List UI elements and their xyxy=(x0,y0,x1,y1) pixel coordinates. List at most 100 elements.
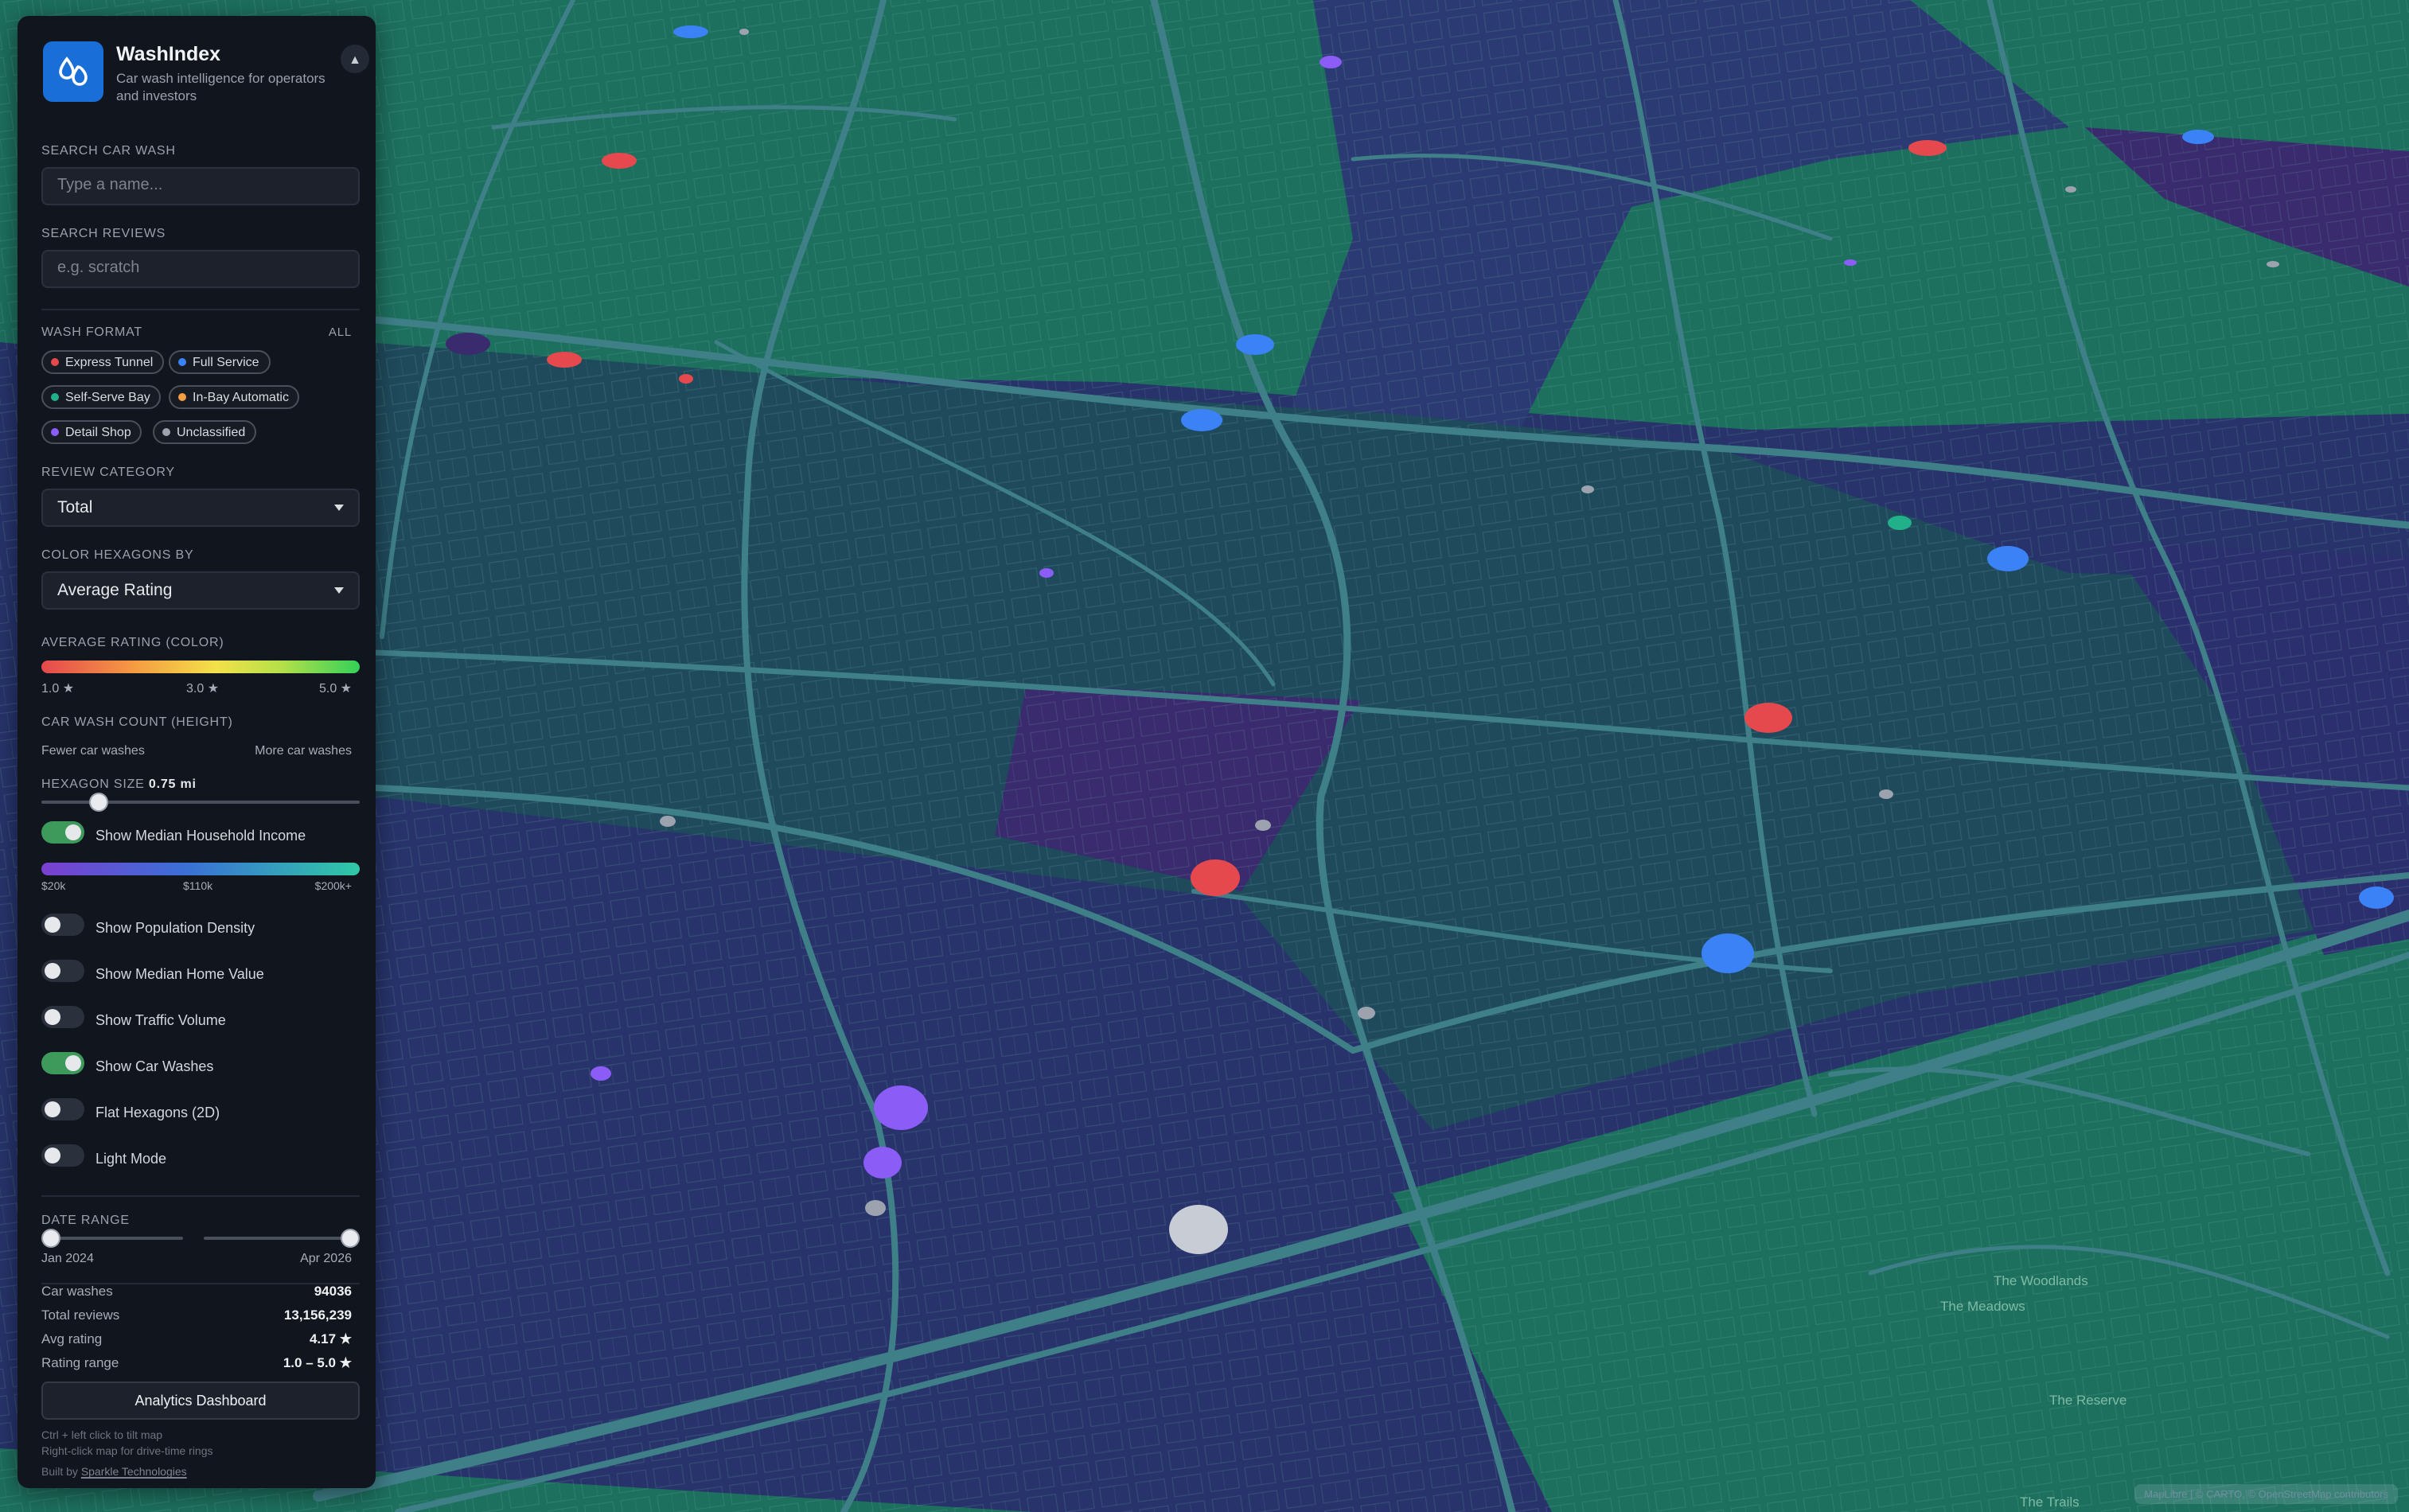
toggle-median-home-value-label: Show Median Home Value xyxy=(96,966,264,982)
color-hexagons-select[interactable]: Average Rating xyxy=(41,571,360,610)
color-hexagons-label: COLOR HEXAGONS BY xyxy=(41,548,194,562)
app-title: WashIndex xyxy=(116,43,221,65)
count-legend-low: Fewer car washes xyxy=(41,743,145,758)
express-tunnel-dot-icon xyxy=(51,358,59,366)
place-label: The Reserve xyxy=(2049,1393,2127,1408)
divider xyxy=(41,309,360,310)
toggle-knob xyxy=(65,1055,81,1071)
review-category-value: Total xyxy=(57,498,93,517)
date-range-end: Apr 2026 xyxy=(300,1251,352,1265)
toggle-light-mode-label: Light Mode xyxy=(96,1151,167,1167)
stat-total-reviews-label: Total reviews xyxy=(41,1307,120,1323)
detail-shop-dot-icon xyxy=(51,428,59,436)
income-tick-min: $20k xyxy=(41,882,66,893)
toggle-knob xyxy=(45,1009,60,1025)
date-range-track-right[interactable] xyxy=(204,1237,350,1240)
stat-car-washes-label: Car washes xyxy=(41,1283,113,1299)
chip-label: Express Tunnel xyxy=(65,355,154,369)
wash-format-label: WASH FORMAT xyxy=(41,325,143,339)
chip-full-service[interactable]: Full Service xyxy=(169,350,271,374)
app-tagline: Car wash intelligence for operators and … xyxy=(116,70,325,103)
count-legend-label: CAR WASH COUNT (HEIGHT) xyxy=(41,715,233,729)
toggle-knob xyxy=(45,963,60,979)
place-label: The Meadows xyxy=(1940,1299,2025,1314)
review-category-select[interactable]: Total xyxy=(41,489,360,527)
income-color-ramp xyxy=(41,863,360,875)
toggle-population-density-label: Show Population Density xyxy=(96,920,255,936)
toggle-median-income-label: Show Median Household Income xyxy=(96,828,306,844)
control-panel: WashIndex Car wash intelligence for oper… xyxy=(18,16,376,1488)
toggle-flat-hexagons-label: Flat Hexagons (2D) xyxy=(96,1105,220,1120)
rating-tick-min: 1.0 ★ xyxy=(41,681,75,696)
chip-label: Full Service xyxy=(193,355,259,369)
date-range-track-left[interactable] xyxy=(51,1237,183,1240)
chevron-down-icon xyxy=(334,587,344,594)
chevron-down-icon xyxy=(334,505,344,511)
rating-color-ramp xyxy=(41,661,360,673)
rating-tick-mid: 3.0 ★ xyxy=(186,681,220,696)
toggle-knob xyxy=(45,1101,60,1117)
stat-rating-range-value: 1.0 – 5.0 ★ xyxy=(283,1354,352,1370)
built-by-prefix: Built by xyxy=(41,1467,81,1479)
chip-self-serve-bay[interactable]: Self-Serve Bay xyxy=(41,385,162,409)
hexagon-size-label: HEXAGON SIZE 0.75 mi xyxy=(41,777,352,791)
hexagon-size-text: HEXAGON SIZE xyxy=(41,777,145,791)
analytics-dashboard-button[interactable]: Analytics Dashboard xyxy=(41,1381,360,1420)
place-label: The Trails xyxy=(2020,1494,2080,1510)
toggle-car-washes[interactable] xyxy=(41,1052,84,1074)
full-service-dot-icon xyxy=(178,358,186,366)
search-car-wash-input[interactable]: Type a name... xyxy=(41,167,360,205)
toggle-knob xyxy=(65,824,81,840)
hint-tilt: Ctrl + left click to tilt map xyxy=(41,1431,163,1442)
collapse-panel-button[interactable]: ▲ xyxy=(341,45,369,73)
stat-car-washes-value: 94036 xyxy=(314,1283,352,1299)
toggle-light-mode[interactable] xyxy=(41,1144,84,1167)
review-category-label: REVIEW CATEGORY xyxy=(41,465,175,479)
toggle-median-income[interactable] xyxy=(41,821,84,844)
chip-label: Self-Serve Bay xyxy=(65,390,150,404)
toggle-traffic-volume[interactable] xyxy=(41,1006,84,1028)
rating-legend-label: AVERAGE RATING (COLOR) xyxy=(41,635,224,649)
divider xyxy=(41,1195,360,1197)
stat-avg-rating-value: 4.17 ★ xyxy=(309,1331,352,1346)
date-range-end-handle[interactable] xyxy=(341,1229,360,1248)
chip-label: In-Bay Automatic xyxy=(193,390,289,404)
date-range-start-handle[interactable] xyxy=(41,1229,60,1248)
color-by-value: Average Rating xyxy=(57,581,173,600)
income-tick-mid: $110k xyxy=(183,882,213,893)
toggle-traffic-volume-label: Show Traffic Volume xyxy=(96,1012,226,1028)
place-label: The Woodlands xyxy=(1994,1273,2088,1288)
hexagon-size-value: 0.75 mi xyxy=(148,777,197,791)
chip-detail-shop[interactable]: Detail Shop xyxy=(41,420,142,444)
chip-label: Detail Shop xyxy=(65,425,131,439)
stat-rating-range-label: Rating range xyxy=(41,1354,119,1370)
built-by-link[interactable]: Sparkle Technologies xyxy=(81,1467,187,1479)
unclassified-dot-icon xyxy=(162,428,170,436)
income-tick-max: $200k+ xyxy=(314,882,352,893)
search-reviews-input[interactable]: e.g. scratch xyxy=(41,250,360,288)
chip-in-bay-automatic[interactable]: In-Bay Automatic xyxy=(169,385,300,409)
date-range-label: DATE RANGE xyxy=(41,1213,130,1227)
chip-label: Unclassified xyxy=(177,425,246,439)
date-range-start: Jan 2024 xyxy=(41,1251,94,1265)
chip-express-tunnel[interactable]: Express Tunnel xyxy=(41,350,165,374)
hint-drive-time: Right-click map for drive-time rings xyxy=(41,1447,213,1458)
toggle-flat-hexagons[interactable] xyxy=(41,1098,84,1120)
hexagon-size-slider-handle[interactable] xyxy=(89,793,108,812)
search-car-wash-label: SEARCH CAR WASH xyxy=(41,143,176,158)
toggle-median-home-value[interactable] xyxy=(41,960,84,982)
chip-unclassified[interactable]: Unclassified xyxy=(153,420,257,444)
washindex-logo-icon xyxy=(43,41,103,102)
toggle-car-washes-label: Show Car Washes xyxy=(96,1058,214,1074)
rating-tick-max: 5.0 ★ xyxy=(318,681,352,696)
toggle-knob xyxy=(45,917,60,933)
map-attribution[interactable]: MapLibre | © CARTO, © OpenStreetMap cont… xyxy=(2134,1484,2398,1504)
toggle-knob xyxy=(45,1148,60,1163)
in-bay-dot-icon xyxy=(178,393,186,401)
stat-avg-rating-label: Avg rating xyxy=(41,1331,103,1346)
wash-format-all-link[interactable]: ALL xyxy=(329,325,352,339)
count-legend-high: More car washes xyxy=(255,743,352,758)
built-by-credit: Built by Sparkle Technologies xyxy=(41,1467,187,1479)
search-reviews-label: SEARCH REVIEWS xyxy=(41,226,166,240)
toggle-population-density[interactable] xyxy=(41,914,84,936)
